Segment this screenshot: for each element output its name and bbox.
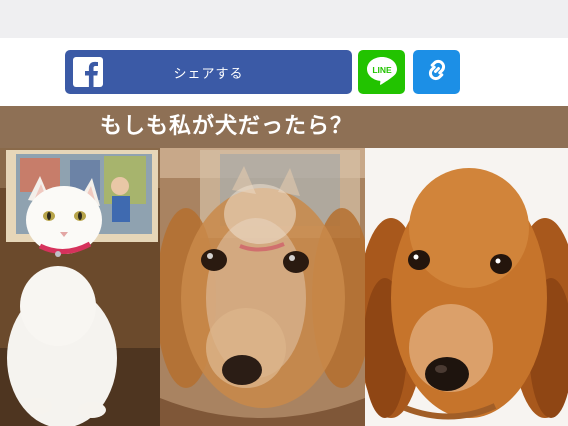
cat-dog-morph-photo: [160, 148, 365, 426]
link-icon: [423, 56, 451, 88]
share-buttons-row: シェアする LINE: [0, 38, 568, 106]
copy-link-button[interactable]: [413, 50, 460, 94]
facebook-share-label: シェアする: [173, 66, 244, 82]
facebook-share-button[interactable]: シェアする: [65, 50, 352, 94]
line-share-button[interactable]: LINE: [358, 50, 405, 94]
article-title: もしも私が犬だったら？: [100, 114, 354, 139]
line-logo-icon: LINE: [365, 54, 399, 90]
svg-text:LINE: LINE: [372, 65, 392, 75]
browser-top-bar: [0, 0, 568, 39]
article-title-banner: もしも私が犬だったら？: [0, 106, 568, 148]
dachshund-photo: [365, 148, 568, 426]
photo-strip: [0, 148, 568, 426]
white-cat-photo: [0, 148, 160, 426]
